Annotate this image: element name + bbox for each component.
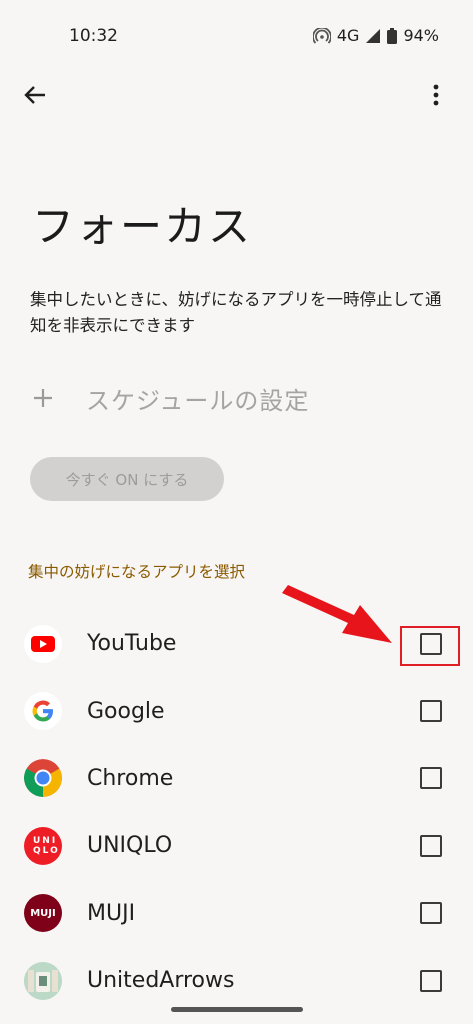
app-row-united-arrows[interactable]: UnitedArrows: [0, 947, 473, 1014]
more-options-button[interactable]: [419, 78, 453, 112]
app-checkbox[interactable]: [420, 834, 442, 857]
app-list: YouTube Google Chrome UNI QLO UNIQLO MUJ…: [0, 610, 473, 1014]
battery-percent: 94%: [403, 26, 439, 45]
app-checkbox[interactable]: [420, 969, 442, 992]
arrow-left-icon: [24, 86, 45, 104]
hotspot-icon: [312, 27, 331, 44]
schedule-label: スケジュールの設定: [86, 386, 310, 415]
app-row-uniqlo[interactable]: UNI QLO UNIQLO: [0, 812, 473, 879]
youtube-icon: [24, 624, 62, 663]
app-checkbox[interactable]: [420, 700, 442, 723]
signal-icon: [366, 28, 381, 43]
chrome-icon: [24, 759, 62, 798]
turn-on-now-button[interactable]: 今すぐ ON にする: [30, 457, 224, 501]
app-label: Chrome: [87, 765, 174, 791]
app-row-chrome[interactable]: Chrome: [0, 745, 473, 812]
page-description: 集中したいときに、妨げになるアプリを一時停止して通知を非表示にできます: [30, 290, 442, 335]
app-label: YouTube: [87, 631, 177, 657]
red-arrow-annotation-icon: [282, 585, 392, 643]
status-time: 10:32: [69, 26, 118, 46]
muji-icon: MUJI: [24, 894, 62, 933]
section-header: 集中の妨げになるアプリを選択: [28, 563, 246, 581]
app-label: UNIQLO: [87, 833, 173, 859]
app-row-muji[interactable]: MUJI MUJI: [0, 880, 473, 947]
app-label: Google: [87, 698, 165, 724]
back-button[interactable]: [18, 78, 52, 112]
page-title: フォーカス: [32, 202, 253, 251]
more-vert-icon: [433, 84, 439, 106]
plus-icon: [34, 389, 52, 407]
status-bar: 10:32 4G 94%: [0, 0, 473, 70]
network-type: 4G: [336, 26, 360, 45]
united-arrows-icon: [24, 961, 62, 1000]
app-row-google[interactable]: Google: [0, 677, 473, 744]
highlight-box-annotation: [400, 626, 460, 666]
google-icon: [24, 692, 62, 731]
status-indicators: 4G 94%: [312, 26, 439, 45]
app-label: UnitedArrows: [87, 968, 235, 994]
app-checkbox[interactable]: [420, 767, 442, 790]
battery-icon: [387, 27, 398, 44]
uniqlo-icon: UNI QLO: [24, 826, 62, 865]
app-checkbox[interactable]: [420, 902, 442, 925]
schedule-setting-row[interactable]: スケジュールの設定: [30, 378, 309, 418]
home-indicator[interactable]: [171, 1007, 303, 1012]
app-label: MUJI: [87, 900, 136, 926]
